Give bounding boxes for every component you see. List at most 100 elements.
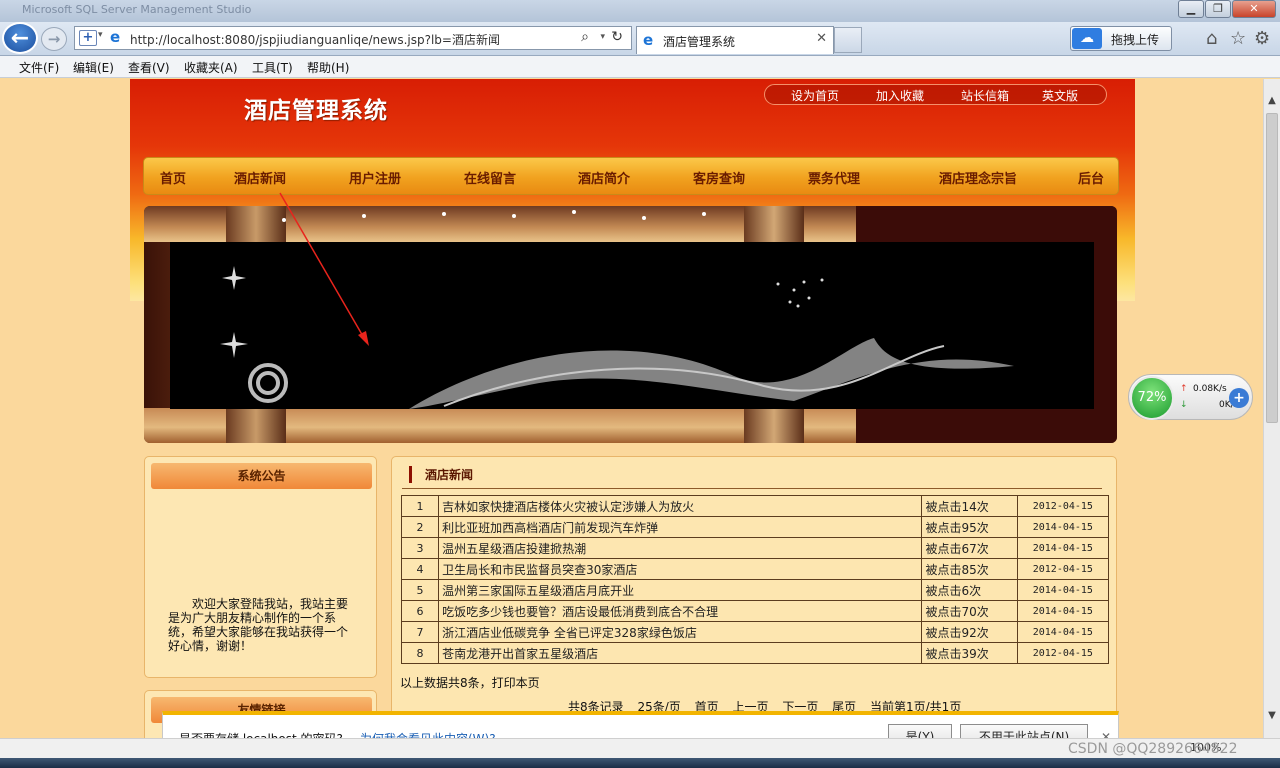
close-tab-icon[interactable]: ✕ <box>816 31 827 46</box>
search-icon[interactable]: ⌕ <box>581 29 589 45</box>
menu-edit[interactable]: 编辑(E) <box>73 59 114 76</box>
news-title-link[interactable]: 苍南龙港开出首家五星级酒店 <box>438 642 923 664</box>
menu-tools[interactable]: 工具(T) <box>252 59 293 76</box>
row-number: 5 <box>400 579 440 601</box>
nav-hotel-news[interactable]: 酒店新闻 <box>234 168 286 187</box>
news-table: 1 吉林如家快捷酒店楼体火灾被认定涉嫌人为放火 被点击14次 2012-04-1… <box>400 495 1110 664</box>
news-title-link[interactable]: 卫生局长和市民监督员突查30家酒店 <box>438 558 923 580</box>
nav-home[interactable]: 首页 <box>160 168 186 187</box>
home-icon[interactable]: ⌂ <box>1206 28 1217 49</box>
address-toolbar: ← → + ▾ e http://localhost:8080/jspjiudi… <box>0 22 1280 56</box>
nav-hotel-intro[interactable]: 酒店简介 <box>578 168 630 187</box>
ie-tab-icon: e <box>643 31 654 49</box>
news-title-link[interactable]: 吃饭吃多少钱也要管？酒店设最低消费到底合不合理 <box>438 600 923 622</box>
menu-file[interactable]: 文件(F) <box>19 59 59 76</box>
favorites-star-icon[interactable]: ☆ <box>1230 28 1246 49</box>
maximize-button[interactable]: ❐ <box>1205 0 1231 18</box>
chevron-down-icon[interactable]: ▾ <box>600 32 605 42</box>
banner-decoration <box>220 210 1014 409</box>
table-row: 1 吉林如家快捷酒店楼体火灾被认定涉嫌人为放火 被点击14次 2012-04-1… <box>400 495 1110 517</box>
row-number: 1 <box>400 495 440 517</box>
main-nav: 首页 酒店新闻 用户注册 在线留言 酒店简介 客房查询 票务代理 酒店理念宗旨 … <box>143 157 1119 195</box>
forward-button[interactable]: → <box>41 27 67 51</box>
click-count: 被点击92次 <box>921 621 1018 643</box>
table-row: 3 温州五星级酒店投建掀热潮 被点击67次 2014-04-15 <box>400 537 1110 559</box>
close-window-button[interactable]: ✕ <box>1232 0 1276 18</box>
news-title-link[interactable]: 温州五星级酒店投建掀热潮 <box>438 537 923 559</box>
nav-hotel-philosophy[interactable]: 酒店理念宗旨 <box>939 168 1017 187</box>
news-panel: 酒店新闻 1 吉林如家快捷酒店楼体火灾被认定涉嫌人为放火 被点击14次 2012… <box>391 456 1117 738</box>
table-row: 5 温州第三家国际五星级酒店月底开业 被点击6次 2014-04-15 <box>400 579 1110 601</box>
news-date: 2012-04-15 <box>1016 642 1110 664</box>
row-number: 6 <box>400 600 440 622</box>
news-title-link[interactable]: 浙江酒店业低碳竞争 全省已评定328家绿色饭店 <box>438 621 923 643</box>
minimize-button[interactable]: ▁ <box>1178 0 1204 18</box>
click-count: 被点击6次 <box>921 579 1018 601</box>
windows-taskbar <box>0 758 1280 768</box>
compat-view-icon[interactable]: + <box>79 30 97 46</box>
news-heading: 酒店新闻 <box>409 466 473 483</box>
news-title-link[interactable]: 利比亚班加西高档酒店门前发现汽车炸弹 <box>438 516 923 538</box>
csdn-watermark: CSDN @QQ2892664822 <box>1068 741 1238 757</box>
record-summary[interactable]: 以上数据共8条，打印本页 <box>400 674 540 691</box>
row-number: 7 <box>400 621 440 643</box>
table-row: 4 卫生局长和市民监督员突查30家酒店 被点击85次 2012-04-15 <box>400 558 1110 580</box>
news-divider <box>402 488 1102 489</box>
top-links: 设为首页 加入收藏 站长信箱 英文版 <box>764 84 1107 105</box>
accelerate-plus-icon[interactable]: + <box>1229 388 1249 408</box>
click-count: 被点击95次 <box>921 516 1018 538</box>
upload-arrow-icon: ↑ <box>1180 384 1188 394</box>
hotel-site: 酒店管理系统 设为首页 加入收藏 站长信箱 英文版 首页 酒店新闻 用户注册 在… <box>130 79 1135 738</box>
table-row: 8 苍南龙港开出首家五星级酒店 被点击39次 2012-04-15 <box>400 642 1110 664</box>
click-count: 被点击70次 <box>921 600 1018 622</box>
english-version-link[interactable]: 英文版 <box>1042 87 1078 104</box>
click-count: 被点击67次 <box>921 537 1018 559</box>
url-text[interactable]: http://localhost:8080/jspjiudianguanliqe… <box>130 31 500 48</box>
announcement-title: 系统公告 <box>151 463 372 489</box>
vertical-scrollbar[interactable]: ▲ ▼ <box>1263 79 1280 738</box>
table-row: 2 利比亚班加西高档酒店门前发现汽车炸弹 被点击95次 2014-04-15 <box>400 516 1110 538</box>
scroll-thumb[interactable] <box>1266 113 1278 423</box>
click-count: 被点击85次 <box>921 558 1018 580</box>
window-title: Microsoft SQL Server Management Studio <box>22 3 252 16</box>
drag-upload-button[interactable]: ☁ 拖拽上传 <box>1070 26 1172 51</box>
window-titlebar: Microsoft SQL Server Management Studio ▁… <box>0 0 1280 22</box>
menu-favorites[interactable]: 收藏夹(A) <box>184 59 238 76</box>
menu-view[interactable]: 查看(V) <box>128 59 170 76</box>
upload-rate: 0.08K/s <box>1193 384 1227 394</box>
nav-room-search[interactable]: 客房查询 <box>693 168 745 187</box>
webmaster-mail-link[interactable]: 站长信箱 <box>961 87 1009 104</box>
announcement-text: 欢迎大家登陆我站，我站主要是为广大朋友精心制作的一个系统，希望大家能够在我站获得… <box>168 597 349 653</box>
scroll-down-icon[interactable]: ▼ <box>1264 708 1280 724</box>
click-count: 被点击14次 <box>921 495 1018 517</box>
row-number: 8 <box>400 642 440 664</box>
nav-guestbook[interactable]: 在线留言 <box>464 168 516 187</box>
news-title-link[interactable]: 吉林如家快捷酒店楼体火灾被认定涉嫌人为放火 <box>438 495 923 517</box>
row-number: 3 <box>400 537 440 559</box>
news-title-link[interactable]: 温州第三家国际五星级酒店月底开业 <box>438 579 923 601</box>
row-number: 4 <box>400 558 440 580</box>
gear-icon[interactable]: ⚙ <box>1254 28 1270 49</box>
address-bar[interactable]: + ▾ e http://localhost:8080/jspjiudiangu… <box>74 26 632 50</box>
download-arrow-icon: ↓ <box>1180 400 1188 410</box>
menu-bar: 文件(F) 编辑(E) 查看(V) 收藏夹(A) 工具(T) 帮助(H) <box>0 56 1280 78</box>
news-date: 2014-04-15 <box>1016 621 1110 643</box>
add-favorite-link[interactable]: 加入收藏 <box>876 87 924 104</box>
back-button[interactable]: ← <box>2 22 38 54</box>
network-speed-widget[interactable]: 72% ↑ 0.08K/s ↓ 0K/s + <box>1128 374 1253 420</box>
nav-admin[interactable]: 后台 <box>1078 168 1104 187</box>
new-tab-button[interactable] <box>834 27 862 53</box>
click-count: 被点击39次 <box>921 642 1018 664</box>
tab-hotel-system[interactable]: e 酒店管理系统 ✕ <box>636 26 834 54</box>
refresh-icon[interactable]: ↻ <box>611 29 623 45</box>
site-logo: 酒店管理系统 <box>244 97 388 124</box>
nav-register[interactable]: 用户注册 <box>349 168 401 187</box>
menu-help[interactable]: 帮助(H) <box>307 59 349 76</box>
scroll-up-icon[interactable]: ▲ <box>1264 93 1280 109</box>
chevron-down-icon[interactable]: ▾ <box>98 30 103 40</box>
news-date: 2012-04-15 <box>1016 495 1110 517</box>
memory-usage-ball[interactable]: 72% <box>1130 376 1174 420</box>
nav-ticket-agency[interactable]: 票务代理 <box>808 168 860 187</box>
set-homepage-link[interactable]: 设为首页 <box>791 87 839 104</box>
news-date: 2014-04-15 <box>1016 579 1110 601</box>
